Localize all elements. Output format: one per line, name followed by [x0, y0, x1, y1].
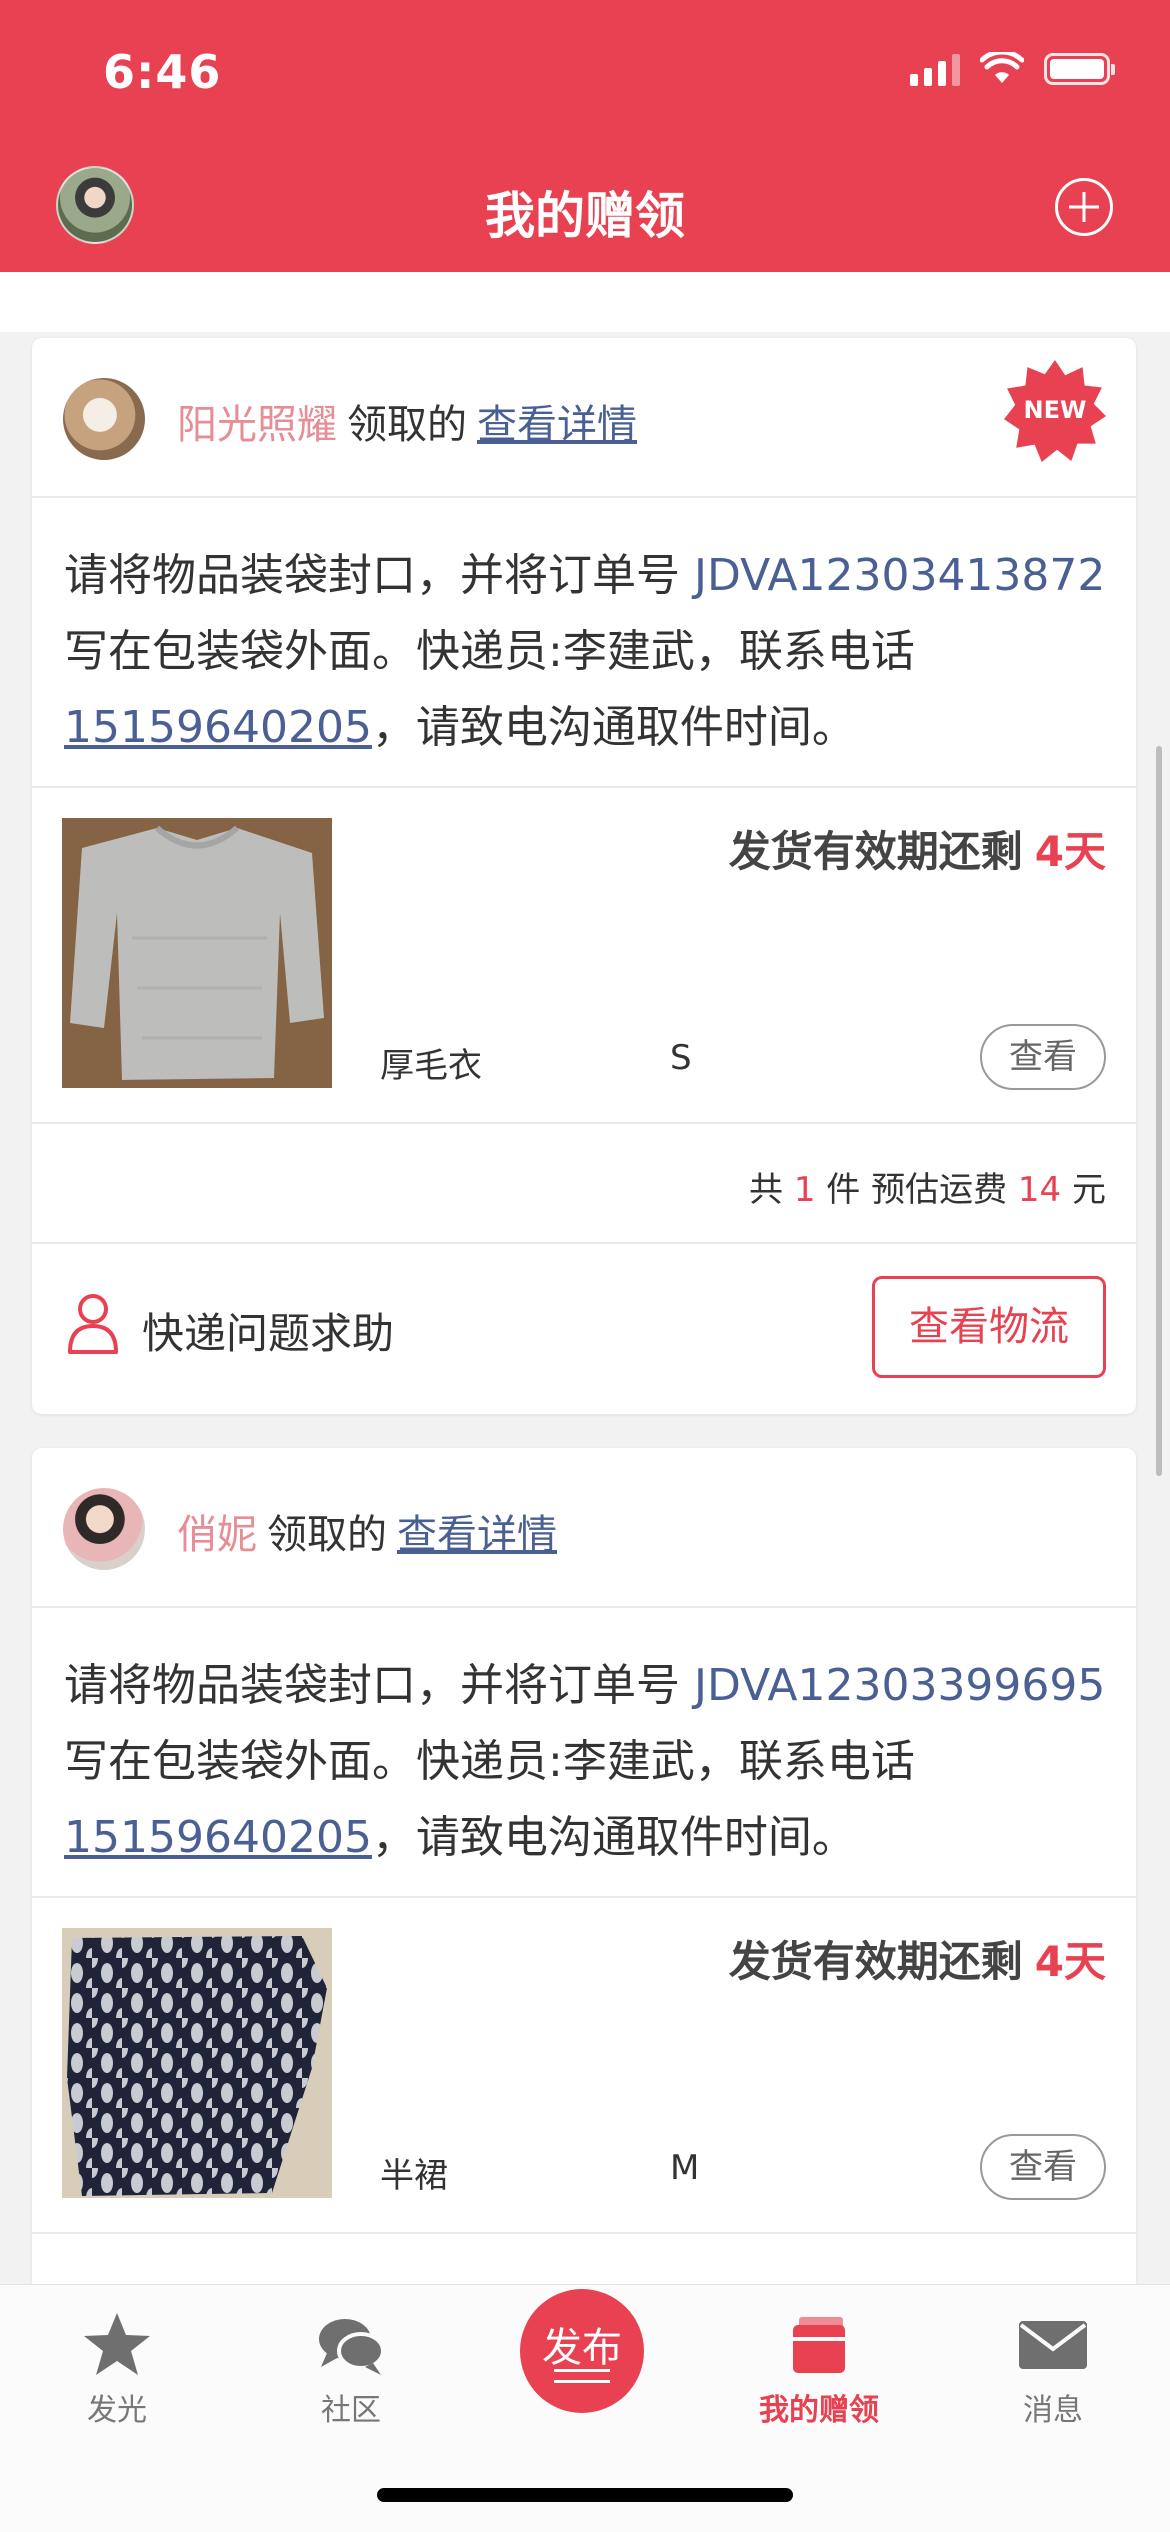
deadline-days: 4天	[1034, 827, 1106, 876]
tab-label: 社区	[321, 2393, 381, 2428]
deadline-days: 4天	[1034, 1937, 1106, 1986]
item-size: S	[670, 1038, 692, 1078]
instruction-text: ，请致电沟通取件时间。	[371, 1812, 856, 1863]
shipping-fee: 14	[1017, 1170, 1062, 1210]
summary-label: 共	[749, 1170, 794, 1210]
item-photo-sweater[interactable]	[62, 818, 332, 1088]
publish-button[interactable]: 发布	[520, 2289, 644, 2413]
battery-icon	[1044, 53, 1115, 85]
shipping-instructions: 请将物品装袋封口，并将订单号 JDVA12303399695 写在包装袋外面。快…	[32, 1608, 1136, 1898]
courier-phone-link[interactable]: 15159640205	[64, 702, 372, 753]
summary-label: 元	[1061, 1170, 1106, 1210]
instruction-text: 请将物品装袋封口，并将订单号	[64, 1660, 694, 1711]
instruction-text: ，请致电沟通取件时间。	[371, 702, 856, 753]
ship-deadline: 发货有效期还剩 4天	[729, 1928, 1106, 1989]
courier-phone-link[interactable]: 15159640205	[64, 1812, 372, 1863]
shipping-instructions: 请将物品装袋封口，并将订单号 JDVA12303413872 写在包装袋外面。快…	[32, 498, 1136, 788]
item-count: 1	[793, 1170, 816, 1210]
page-title: 我的赠领	[485, 187, 685, 245]
deadline-label: 发货有效期还剩	[728, 1937, 1023, 1986]
chat-bubbles-icon	[319, 2319, 385, 2375]
star-icon	[84, 2313, 150, 2375]
claimed-text: 领取的	[267, 1512, 387, 1558]
cellular-signal-icon	[910, 52, 960, 86]
wifi-icon	[980, 52, 1024, 83]
claimed-text: 领取的	[347, 402, 467, 448]
giver-avatar[interactable]	[63, 1488, 145, 1570]
view-logistics-button[interactable]: 查看物流	[872, 1276, 1106, 1378]
view-item-button[interactable]: 查看	[980, 1024, 1106, 1090]
person-icon[interactable]	[66, 1292, 120, 1354]
summary-label: 件 预估运费	[815, 1170, 1018, 1210]
tab-label: 发光	[87, 2393, 147, 2428]
envelope-icon	[1019, 2321, 1087, 2369]
app-header: 6:46 我的赠领	[0, 0, 1170, 272]
item-row: 发货有效期还剩 4天 厚毛衣 S 查看	[32, 788, 1136, 1124]
scrollbar[interactable]	[1156, 746, 1162, 1476]
view-item-button[interactable]: 查看	[980, 2134, 1106, 2200]
status-time: 6:46	[103, 45, 222, 99]
item-size: M	[670, 2148, 700, 2188]
claim-card: 阳光照耀 领取的 查看详情 NEW 请将物品装袋封口，并将订单号 JDVA12303…	[32, 338, 1136, 1414]
card-footer: 快递问题求助 查看物流	[32, 1244, 1136, 1416]
instruction-text: 写在包装袋外面。快递员:李建武，联系电话	[64, 626, 915, 677]
publish-icon	[554, 2369, 610, 2383]
new-badge: NEW	[1004, 360, 1106, 462]
item-row: 发货有效期还剩 4天 半裙 M 查看	[32, 1898, 1136, 2234]
item-photo-skirt[interactable]	[62, 1928, 332, 2198]
card-header: 俏妮 领取的 查看详情	[32, 1448, 1136, 1608]
instruction-text: 写在包装袋外面。快递员:李建武，联系电话	[64, 1736, 915, 1787]
publish-label: 发布	[542, 2325, 622, 2371]
header-spacer	[0, 272, 1170, 332]
item-name: 厚毛衣	[380, 1046, 482, 1086]
view-details-link[interactable]: 查看详情	[397, 1512, 557, 1558]
order-summary: 共 1 件 预估运费 14 元	[32, 1124, 1136, 1244]
giver-name[interactable]: 阳光照耀	[177, 402, 337, 448]
giver-line: 俏妮 领取的 查看详情	[177, 1502, 557, 1560]
home-indicator	[377, 2488, 793, 2502]
order-number: JDVA12303399695	[694, 1660, 1106, 1711]
deadline-label: 发货有效期还剩	[728, 827, 1023, 876]
view-details-link[interactable]: 查看详情	[477, 402, 637, 448]
giver-line: 阳光照耀 领取的 查看详情	[177, 392, 637, 450]
claim-card: 俏妮 领取的 查看详情 请将物品装袋封口，并将订单号 JDVA12303399695…	[32, 1448, 1136, 2348]
summary-text: 共 1 件 预估运费 14 元	[749, 1162, 1106, 1211]
giver-name[interactable]: 俏妮	[177, 1512, 257, 1558]
new-badge-label: NEW	[1023, 396, 1087, 424]
ship-deadline: 发货有效期还剩 4天	[729, 818, 1106, 879]
status-icons	[910, 52, 1115, 86]
courier-help-link[interactable]: 快递问题求助	[142, 1300, 394, 1361]
tab-label: 我的赠领	[759, 2393, 879, 2428]
add-icon[interactable]	[1055, 178, 1113, 236]
instruction-text: 请将物品装袋封口，并将订单号	[64, 550, 694, 601]
item-name: 半裙	[380, 2156, 448, 2196]
tab-label: 消息	[1023, 2393, 1083, 2428]
giver-avatar[interactable]	[63, 378, 145, 460]
card-header: 阳光照耀 领取的 查看详情 NEW	[32, 338, 1136, 498]
order-number: JDVA12303413872	[694, 550, 1106, 601]
gift-box-icon	[793, 2317, 845, 2373]
